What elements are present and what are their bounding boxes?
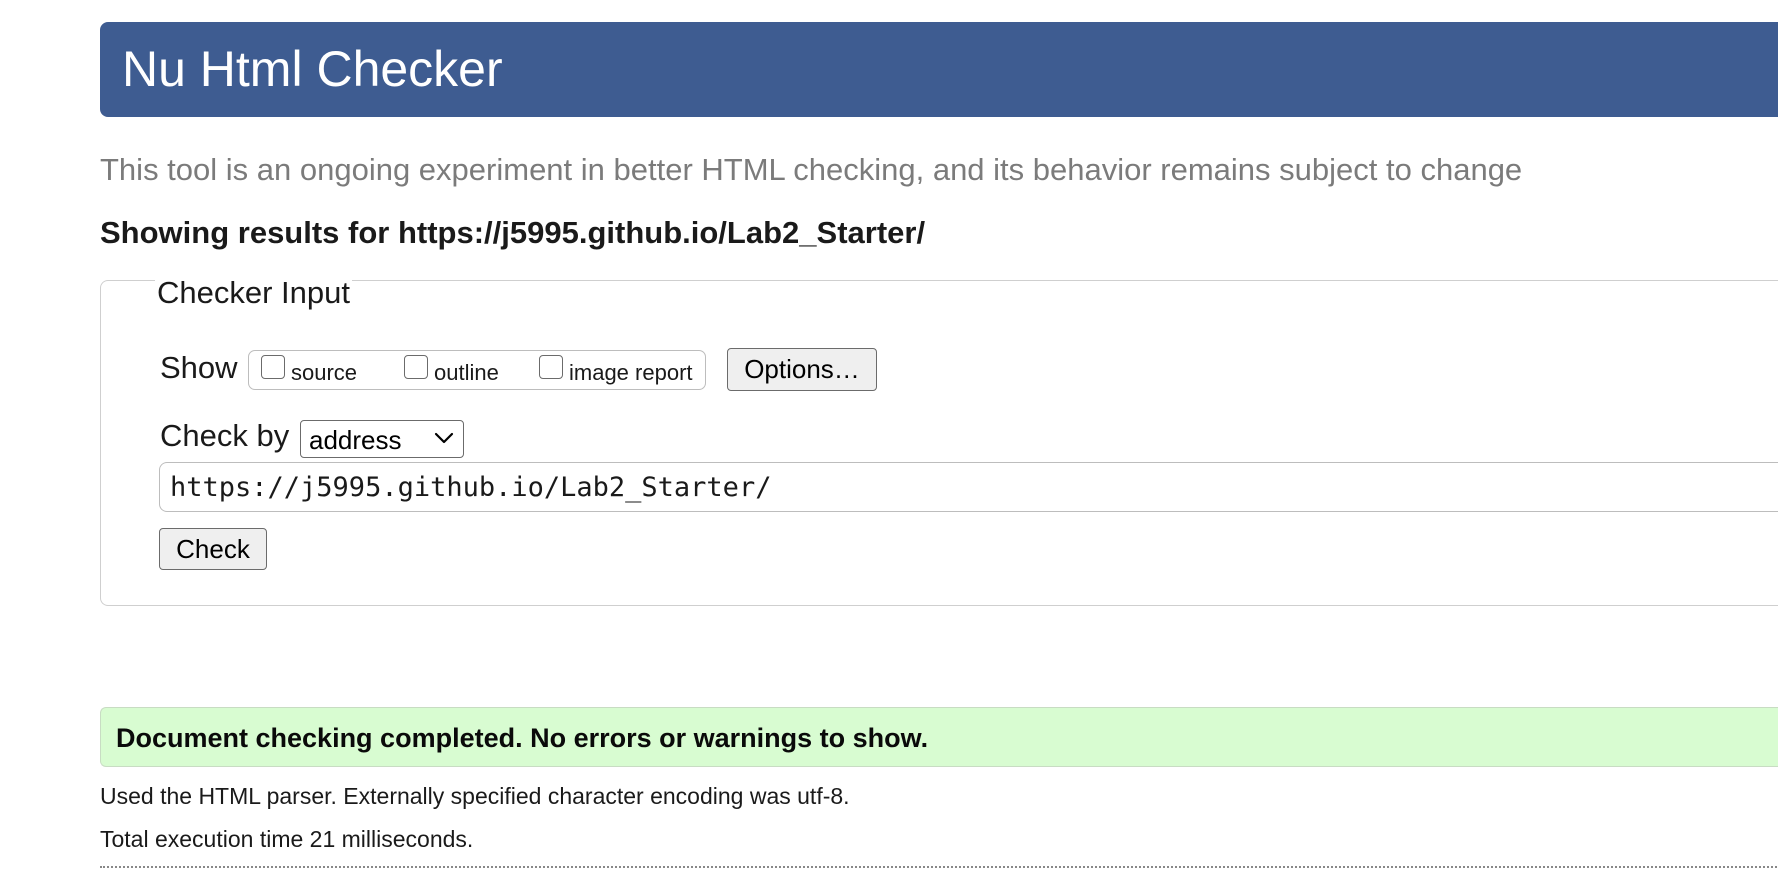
show-label: Show	[160, 350, 238, 385]
showing-results-url: https://j5995.github.io/Lab2_Starter/	[397, 215, 926, 250]
page-title: Nu Html Checker	[122, 41, 503, 97]
page: Nu Html Checker This tool is an ongoing …	[0, 0, 1778, 874]
header-banner: Nu Html Checker	[100, 22, 1778, 117]
check-by-label: Check by	[160, 418, 290, 453]
outline-checkbox[interactable]	[404, 355, 428, 379]
options-button[interactable]: Options…	[727, 348, 877, 391]
success-message: Document checking completed. No errors o…	[116, 723, 929, 753]
check-button[interactable]: Check	[159, 528, 267, 570]
outline-checkbox-label[interactable]: outline	[434, 360, 499, 386]
check-by-select[interactable]: address	[300, 420, 464, 458]
parser-info: Used the HTML parser. Externally specifi…	[100, 783, 850, 809]
execution-time: Total execution time 21 milliseconds.	[100, 826, 474, 852]
url-input[interactable]: https://j5995.github.io/Lab2_Starter/	[159, 462, 1778, 512]
image-report-checkbox[interactable]	[539, 355, 563, 379]
show-options-group: source outline image report	[248, 350, 706, 390]
source-checkbox-label[interactable]: source	[291, 360, 357, 386]
tool-disclaimer: This tool is an ongoing experiment in be…	[100, 152, 1523, 187]
source-checkbox[interactable]	[261, 355, 285, 379]
image-report-checkbox-label[interactable]: image report	[569, 360, 693, 386]
check-by-selected-value: address	[309, 425, 402, 455]
dotted-divider	[100, 866, 1778, 868]
checker-input-legend: Checker Input	[155, 275, 352, 311]
success-message-box: Document checking completed. No errors o…	[100, 707, 1778, 767]
url-input-value: https://j5995.github.io/Lab2_Starter/	[170, 472, 772, 503]
showing-results-prefix: Showing results for	[100, 215, 398, 250]
showing-results-heading: Showing results for https://j5995.github…	[100, 215, 925, 251]
chevron-down-icon	[434, 432, 454, 444]
